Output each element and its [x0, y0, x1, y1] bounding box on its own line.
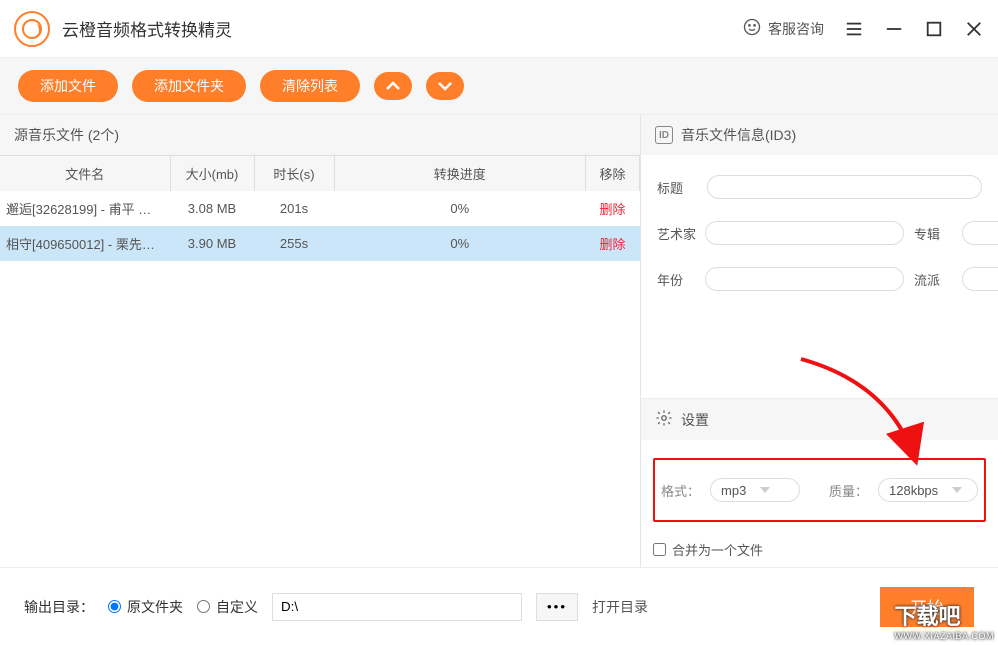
label-year: 年份	[657, 270, 697, 289]
merge-label: 合并为一个文件	[672, 540, 763, 559]
move-up-button[interactable]	[374, 72, 412, 100]
label-album: 专辑	[914, 224, 954, 243]
menu-button[interactable]	[844, 19, 864, 39]
maximize-button[interactable]	[924, 19, 944, 39]
id3-header: 音乐文件信息(ID3)	[681, 125, 796, 145]
remove-link[interactable]: 删除	[599, 237, 625, 252]
app-title: 云橙音频格式转换精灵	[62, 16, 232, 41]
label-genre: 流派	[914, 270, 954, 289]
chevron-down-icon	[952, 487, 962, 493]
album-field[interactable]	[962, 221, 998, 245]
smiley-icon	[742, 17, 762, 40]
file-size: 3.08 MB	[170, 191, 254, 226]
year-field[interactable]	[705, 267, 904, 291]
file-duration: 255s	[254, 226, 334, 261]
file-size: 3.90 MB	[170, 226, 254, 261]
col-size: 大小(mb)	[170, 156, 254, 192]
quality-value: 128kbps	[889, 483, 938, 498]
settings-header: 设置	[681, 410, 709, 430]
add-folder-button[interactable]: 添加文件夹	[132, 70, 246, 102]
col-progress: 转换进度	[334, 156, 586, 192]
annotation-arrow-icon	[741, 354, 961, 484]
app-logo	[14, 11, 50, 47]
gear-icon	[655, 409, 673, 430]
source-files-header: 源音乐文件 (2个)	[0, 114, 640, 155]
col-duration: 时长(s)	[254, 156, 334, 192]
close-button[interactable]	[964, 19, 984, 39]
minimize-button[interactable]	[884, 19, 904, 39]
label-title: 标题	[657, 178, 697, 197]
open-dir-link[interactable]: 打开目录	[592, 597, 648, 617]
file-progress: 0%	[334, 226, 586, 261]
file-name: 邂逅[32628199] - 甫平 …	[0, 191, 170, 226]
merge-checkbox[interactable]	[653, 543, 666, 556]
move-down-button[interactable]	[426, 72, 464, 100]
original-folder-label: 原文件夹	[127, 597, 183, 617]
customer-service-link[interactable]: 客服咨询	[742, 17, 824, 40]
format-label: 格式：	[661, 481, 700, 500]
file-name: 相守[409650012] - 栗先…	[0, 226, 170, 261]
title-field[interactable]	[707, 175, 982, 199]
browse-button[interactable]: •••	[536, 593, 578, 621]
file-duration: 201s	[254, 191, 334, 226]
label-artist: 艺术家	[657, 224, 697, 243]
col-filename: 文件名	[0, 156, 170, 192]
clear-list-button[interactable]: 清除列表	[260, 70, 360, 102]
output-path-field[interactable]	[272, 593, 522, 621]
remove-link[interactable]: 删除	[599, 202, 625, 217]
output-dir-label: 输出目录：	[24, 597, 94, 617]
col-remove: 移除	[586, 156, 640, 192]
file-table: 文件名 大小(mb) 时长(s) 转换进度 移除 邂逅[32628199] - …	[0, 155, 640, 261]
watermark: 下载吧 WWW.XIAZAIBA.COM	[895, 599, 995, 641]
table-row[interactable]: 相守[409650012] - 栗先…3.90 MB255s0% 删除	[0, 226, 640, 261]
artist-field[interactable]	[705, 221, 904, 245]
custom-folder-radio[interactable]	[197, 600, 210, 613]
original-folder-radio[interactable]	[108, 600, 121, 613]
id3-icon: ID	[655, 126, 673, 144]
genre-field[interactable]	[962, 267, 998, 291]
add-file-button[interactable]: 添加文件	[18, 70, 118, 102]
custom-folder-label: 自定义	[216, 597, 258, 617]
chevron-down-icon	[760, 487, 770, 493]
format-value: mp3	[721, 483, 746, 498]
file-progress: 0%	[334, 191, 586, 226]
customer-service-label: 客服咨询	[768, 19, 824, 39]
table-row[interactable]: 邂逅[32628199] - 甫平 …3.08 MB201s0% 删除	[0, 191, 640, 226]
